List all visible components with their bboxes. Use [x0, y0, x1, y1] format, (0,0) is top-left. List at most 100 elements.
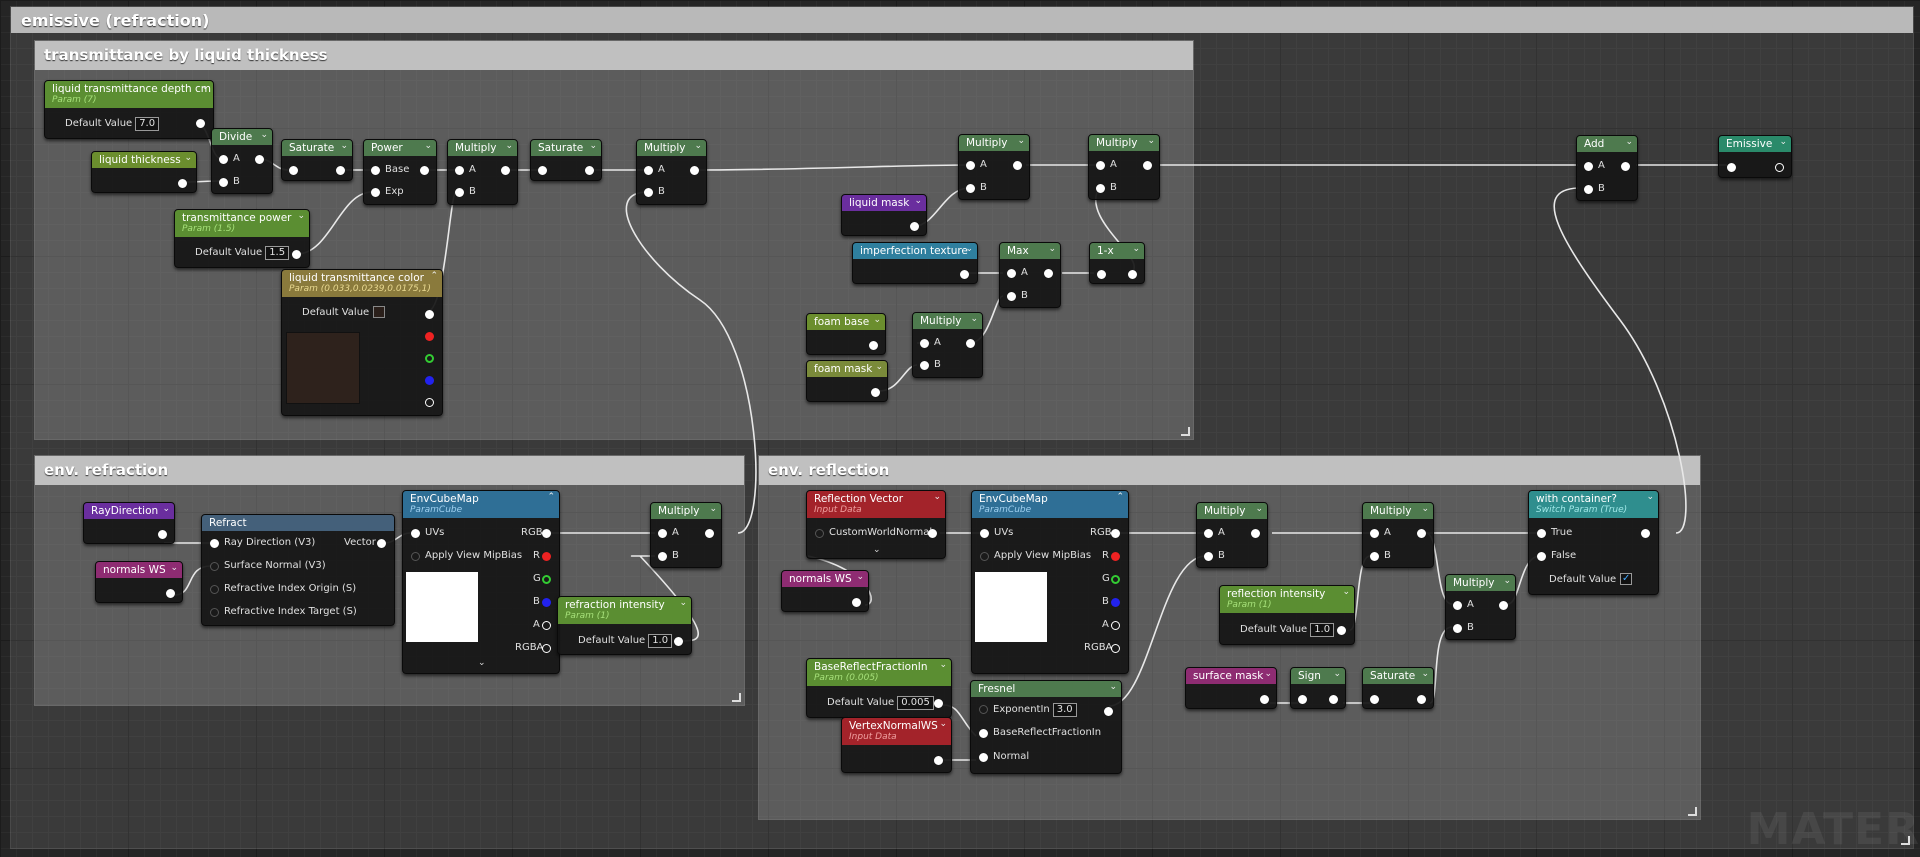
collapse-icon[interactable]: ⌄: [709, 504, 717, 514]
input-pin-surface-normal[interactable]: [210, 562, 219, 571]
input-pin-b[interactable]: [1204, 552, 1213, 561]
node-sign[interactable]: Sign ⌄: [1290, 667, 1346, 709]
node-max[interactable]: Max ⌄ A B: [999, 242, 1061, 308]
node-reflection-vector[interactable]: Reflection Vector Input Data ⌄ CustomWorld…: [806, 490, 946, 559]
node-fresnel[interactable]: Fresnel ⌄ ExponentIn 3.0 BaseReflectFracti…: [970, 680, 1122, 774]
output-pin[interactable]: [1417, 695, 1426, 704]
input-pin-exp[interactable]: [371, 188, 380, 197]
input-pin[interactable]: [1370, 695, 1379, 704]
output-pin[interactable]: [1128, 270, 1137, 279]
input-pin-customworldnormal[interactable]: [815, 529, 824, 538]
input-pin-basereflect[interactable]: [979, 729, 988, 738]
node-liquid-transmittance-depth[interactable]: liquid transmittance depth cm Param (7) ⌄ …: [44, 80, 214, 139]
input-pin-uvs[interactable]: [411, 529, 420, 538]
resize-handle[interactable]: [1688, 807, 1697, 816]
collapse-icon[interactable]: ⌄: [424, 141, 432, 151]
default-value-field[interactable]: 7.0: [135, 117, 160, 131]
output-pin[interactable]: [1621, 162, 1630, 171]
output-pin[interactable]: [869, 341, 878, 350]
output-pin[interactable]: [928, 529, 937, 538]
input-pin[interactable]: [1097, 270, 1106, 279]
default-value-field[interactable]: 0.005: [897, 696, 934, 710]
input-pin-b[interactable]: [455, 188, 464, 197]
output-pin-r[interactable]: [1111, 552, 1120, 561]
node-saturate-2[interactable]: Saturate ⌄: [530, 139, 602, 181]
output-pin-g[interactable]: [1111, 575, 1120, 584]
output-pin-b[interactable]: [542, 598, 551, 607]
collapse-icon[interactable]: ⌄: [875, 362, 883, 372]
node-power[interactable]: Power ⌄ Base Exp: [363, 139, 437, 205]
output-pin[interactable]: [910, 222, 919, 231]
output-pin[interactable]: [1775, 163, 1784, 172]
output-pin-g[interactable]: [425, 354, 434, 363]
default-value-checkbox[interactable]: ✓: [1620, 573, 1633, 585]
output-pin-b[interactable]: [425, 376, 434, 385]
exponent-field[interactable]: 3.0: [1052, 703, 1077, 717]
collapse-icon[interactable]: ⌄: [1132, 244, 1140, 254]
output-pin[interactable]: [934, 699, 943, 708]
node-envcubemap-1[interactable]: EnvCubeMap ParamCube ⌃ UVs Apply View MipB…: [402, 490, 560, 674]
collapse-icon[interactable]: ⌄: [1109, 682, 1117, 692]
node-vertex-normal-ws[interactable]: VertexNormalWS Input Data ⌄: [841, 717, 952, 773]
collapse-icon[interactable]: ⌄: [679, 598, 687, 608]
output-pin[interactable]: [852, 598, 861, 607]
node-multiply-8[interactable]: Multiply ⌄ A B: [1362, 502, 1434, 568]
output-pin[interactable]: [1251, 529, 1260, 538]
collapse-icon[interactable]: ⌄: [914, 196, 922, 206]
collapse-icon[interactable]: ⌄: [965, 244, 973, 254]
input-pin-index-target[interactable]: [210, 608, 219, 617]
collapse-icon[interactable]: ⌄: [933, 492, 941, 502]
color-picker[interactable]: [373, 306, 386, 318]
input-pin-a[interactable]: [219, 155, 228, 164]
input-pin-true[interactable]: [1537, 529, 1546, 538]
default-value-field[interactable]: 1.0: [1310, 623, 1335, 637]
expand-icon[interactable]: ⌃: [547, 492, 555, 502]
collapse-icon[interactable]: ⌄: [939, 719, 947, 729]
input-pin-mipbias[interactable]: [980, 552, 989, 561]
input-pin-uvs[interactable]: [980, 529, 989, 538]
node-multiply-9[interactable]: Multiply ⌄ A B: [1445, 574, 1516, 640]
collapse-icon[interactable]: ⌄: [1421, 669, 1429, 679]
chevron-down-icon[interactable]: ⌄: [478, 658, 486, 668]
node-refraction-intensity[interactable]: refraction intensity Param (1) ⌄ Default V…: [557, 596, 692, 655]
output-pin[interactable]: [1417, 529, 1426, 538]
input-pin-ray-direction[interactable]: [210, 539, 219, 548]
collapse-icon[interactable]: ⌄: [297, 211, 305, 221]
node-liquid-mask[interactable]: liquid mask ⌄: [841, 194, 927, 236]
output-pin[interactable]: [178, 179, 187, 188]
output-pin[interactable]: [871, 388, 880, 397]
input-pin[interactable]: [1727, 163, 1736, 172]
node-multiply-3[interactable]: Multiply ⌄ A B: [958, 134, 1030, 200]
output-pin[interactable]: [1329, 695, 1338, 704]
node-normals-ws-2[interactable]: normals WS ⌄: [781, 570, 869, 612]
output-pin[interactable]: [196, 119, 205, 128]
node-liquid-thickness[interactable]: liquid thickness ⌄: [91, 151, 197, 193]
input-pin-index-origin[interactable]: [210, 585, 219, 594]
input-pin-b[interactable]: [644, 188, 653, 197]
input-pin-b[interactable]: [219, 178, 228, 187]
node-multiply-2[interactable]: Multiply ⌄ A B: [636, 139, 707, 205]
output-pin-rgba[interactable]: [542, 644, 551, 653]
input-pin-normal[interactable]: [979, 753, 988, 762]
node-envcubemap-2[interactable]: EnvCubeMap ParamCube ⌃ UVs Apply View MipB…: [971, 490, 1129, 674]
output-pin-rgb[interactable]: [542, 529, 551, 538]
resize-handle[interactable]: [1181, 427, 1190, 436]
node-ray-direction[interactable]: RayDirection ⌄: [83, 502, 175, 544]
collapse-icon[interactable]: ⌄: [1147, 136, 1155, 146]
collapse-icon[interactable]: ⌄: [201, 82, 209, 92]
output-pin[interactable]: [1044, 269, 1053, 278]
node-saturate-1[interactable]: Saturate ⌄: [281, 139, 353, 181]
node-add[interactable]: Add ⌄ A B: [1576, 135, 1638, 201]
output-pin[interactable]: [1143, 161, 1152, 170]
node-imperfection-texture[interactable]: imperfection texture ⌄: [852, 242, 978, 284]
input-pin[interactable]: [289, 166, 298, 175]
output-pin-a[interactable]: [542, 621, 551, 630]
output-pin[interactable]: [1641, 529, 1650, 538]
output-pin[interactable]: [705, 529, 714, 538]
default-value-field[interactable]: 1.5: [265, 246, 290, 260]
input-pin-a[interactable]: [1007, 269, 1016, 278]
collapse-icon[interactable]: ⌄: [589, 141, 597, 151]
input-pin[interactable]: [1298, 695, 1307, 704]
input-pin[interactable]: [538, 166, 547, 175]
node-refract[interactable]: Refract Ray Direction (V3) Surface Norma…: [201, 514, 395, 626]
